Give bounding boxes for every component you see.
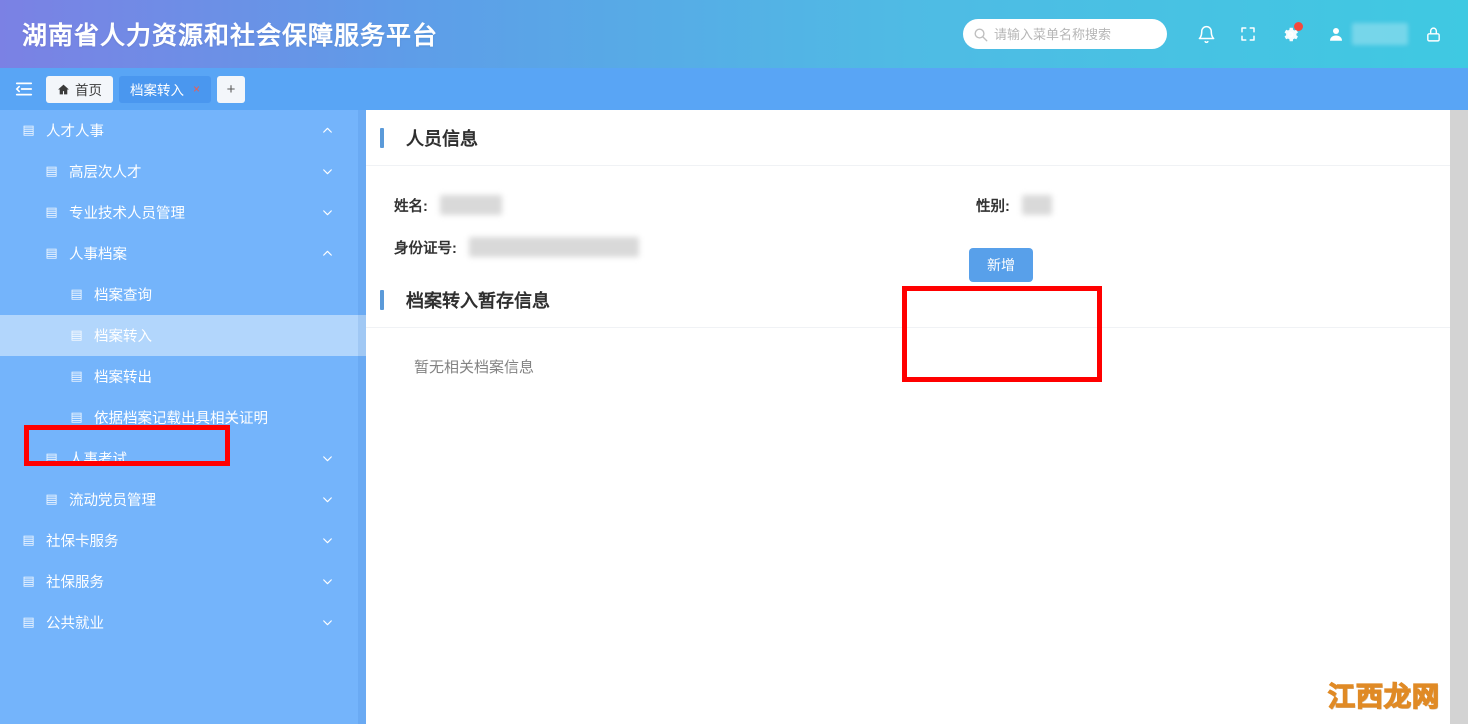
sidebar-item-label: 档案转入: [94, 329, 152, 345]
sidebar-item-label: 人事档案: [69, 247, 127, 263]
menu-search-box[interactable]: [963, 19, 1167, 49]
sidebar-item-professional-technical-management[interactable]: ▤ 专业技术人员管理: [0, 192, 366, 233]
tab-bar: 首页 档案转入 × +: [0, 68, 1468, 110]
tab-archive-transfer-in[interactable]: 档案转入 ×: [119, 75, 212, 103]
chevron-down-icon: [321, 616, 334, 629]
sidebar-item-talent-personnel[interactable]: ▤ 人才人事: [0, 110, 366, 151]
menu-square-icon: ▤: [22, 123, 35, 138]
field-gender: 性别:: [976, 184, 1052, 226]
menu-square-icon: ▤: [45, 246, 58, 261]
page-title: 湖南省人力资源和社会保障服务平台: [22, 22, 439, 50]
menu-square-icon: ▤: [22, 574, 35, 589]
person-info-header: 人员信息: [366, 110, 1450, 166]
header-actions: [963, 0, 1468, 68]
sidebar-item-social-security-service[interactable]: ▤ 社保服务: [0, 561, 366, 602]
bell-icon[interactable]: [1195, 23, 1217, 45]
sidebar-item-label: 公共就业: [46, 616, 104, 632]
sidebar-item-label: 专业技术人员管理: [69, 206, 185, 222]
user-account[interactable]: [1319, 23, 1408, 45]
field-name: 姓名:: [394, 195, 502, 216]
notification-badge: [1294, 22, 1303, 31]
user-name-redacted: [1352, 23, 1408, 45]
main-content: 人员信息 姓名: 性别: 身份证号: 新增 档案转入暂存信息 暂无相关档案信息: [366, 110, 1450, 724]
sidebar-item-personnel-archive[interactable]: ▤ 人事档案: [0, 233, 366, 274]
fullscreen-icon[interactable]: [1237, 23, 1259, 45]
sidebar-nav: ▤ 人才人事 ▤ 高层次人才 ▤ 专业技术人员管理 ▤ 人事档案 ▤ 档案查询 …: [0, 110, 366, 724]
add-tab-button[interactable]: +: [217, 75, 246, 103]
menu-square-icon: ▤: [70, 287, 83, 302]
close-icon[interactable]: ×: [193, 83, 200, 95]
app-header: 湖南省人力资源和社会保障服务平台: [0, 0, 1468, 68]
tab-home-label: 首页: [75, 83, 102, 98]
transfer-info-title: 档案转入暂存信息: [406, 290, 550, 311]
chevron-down-icon: [321, 452, 334, 465]
add-button[interactable]: 新增: [969, 248, 1033, 282]
sidebar-item-personnel-exam[interactable]: ▤ 人事考试: [0, 438, 366, 479]
search-input[interactable]: [994, 26, 1157, 42]
menu-square-icon: ▤: [70, 369, 83, 384]
gender-value-redacted: [1021, 195, 1052, 215]
sidebar-item-archive-certificate[interactable]: ▤ 依据档案记载出具相关证明: [0, 397, 366, 438]
person-info-title: 人员信息: [406, 128, 478, 149]
idcard-label: 身份证号:: [394, 240, 457, 257]
page-scrollbar[interactable]: [1450, 110, 1468, 724]
chevron-down-icon: [321, 206, 334, 219]
menu-square-icon: ▤: [22, 533, 35, 548]
form-row-idcard: 身份证号:: [366, 226, 1450, 268]
chevron-down-icon: [321, 493, 334, 506]
chevron-up-icon: [321, 247, 334, 260]
sidebar-item-label: 依据档案记载出具相关证明: [94, 411, 268, 427]
idcard-value-redacted: [468, 237, 639, 257]
gender-label: 性别:: [976, 198, 1010, 215]
tab-archive-transfer-in-label: 档案转入: [130, 83, 184, 98]
person-info-form: 姓名: 性别: 身份证号: 新增: [366, 166, 1450, 382]
sidebar-item-high-level-talent[interactable]: ▤ 高层次人才: [0, 151, 366, 192]
accent-bar: [380, 127, 384, 148]
sidebar-scrollbar[interactable]: [358, 110, 366, 724]
menu-square-icon: ▤: [45, 492, 58, 507]
menu-square-icon: ▤: [45, 164, 58, 179]
accent-bar: [380, 289, 384, 310]
gear-icon[interactable]: [1279, 22, 1303, 45]
menu-square-icon: ▤: [45, 205, 58, 220]
field-idcard: 身份证号:: [394, 237, 639, 258]
user-icon: [1325, 23, 1347, 45]
app-root: 湖南省人力资源和社会保障服务平台 请输入菜单名称搜索 首页 档案转入 × + ▤…: [0, 0, 1468, 724]
transfer-info-header: 档案转入暂存信息: [366, 272, 1450, 328]
sidebar-item-label: 流动党员管理: [69, 493, 156, 509]
menu-square-icon: ▤: [70, 410, 83, 425]
tab-home[interactable]: 首页: [46, 75, 113, 103]
chevron-up-icon: [321, 124, 334, 137]
sidebar-item-label: 社保服务: [46, 575, 104, 591]
name-value-redacted: [439, 195, 502, 215]
form-row-name: 姓名: 性别:: [366, 184, 1450, 226]
chevron-down-icon: [321, 534, 334, 547]
sidebar-collapse-icon[interactable]: [10, 76, 38, 102]
sidebar-item-archive-transfer-out[interactable]: ▤ 档案转出: [0, 356, 366, 397]
sidebar-item-label: 档案查询: [94, 288, 152, 304]
chevron-down-icon: [321, 575, 334, 588]
name-label: 姓名:: [394, 198, 428, 215]
sidebar-item-mobile-party-member-management[interactable]: ▤ 流动党员管理: [0, 479, 366, 520]
sidebar-item-public-employment[interactable]: ▤ 公共就业: [0, 602, 366, 643]
menu-square-icon: ▤: [22, 615, 35, 630]
sidebar-item-label: 人才人事: [46, 124, 104, 140]
home-icon: [57, 83, 70, 96]
sidebar-item-archive-query[interactable]: ▤ 档案查询: [0, 274, 366, 315]
menu-square-icon: ▤: [45, 451, 58, 466]
chevron-down-icon: [321, 165, 334, 178]
sidebar-item-label: 档案转出: [94, 370, 152, 386]
sidebar-item-label: 高层次人才: [69, 165, 142, 181]
lock-icon[interactable]: [1422, 23, 1444, 45]
sidebar-item-label: 社保卡服务: [46, 534, 119, 550]
sidebar-item-archive-transfer-in[interactable]: ▤ 档案转入: [0, 315, 366, 356]
sidebar-item-label: 人事考试: [69, 452, 127, 468]
menu-square-icon: ▤: [70, 328, 83, 343]
search-icon: [973, 27, 988, 42]
empty-state-text: 暂无相关档案信息: [414, 359, 535, 376]
sidebar-item-social-security-card-service[interactable]: ▤ 社保卡服务: [0, 520, 366, 561]
